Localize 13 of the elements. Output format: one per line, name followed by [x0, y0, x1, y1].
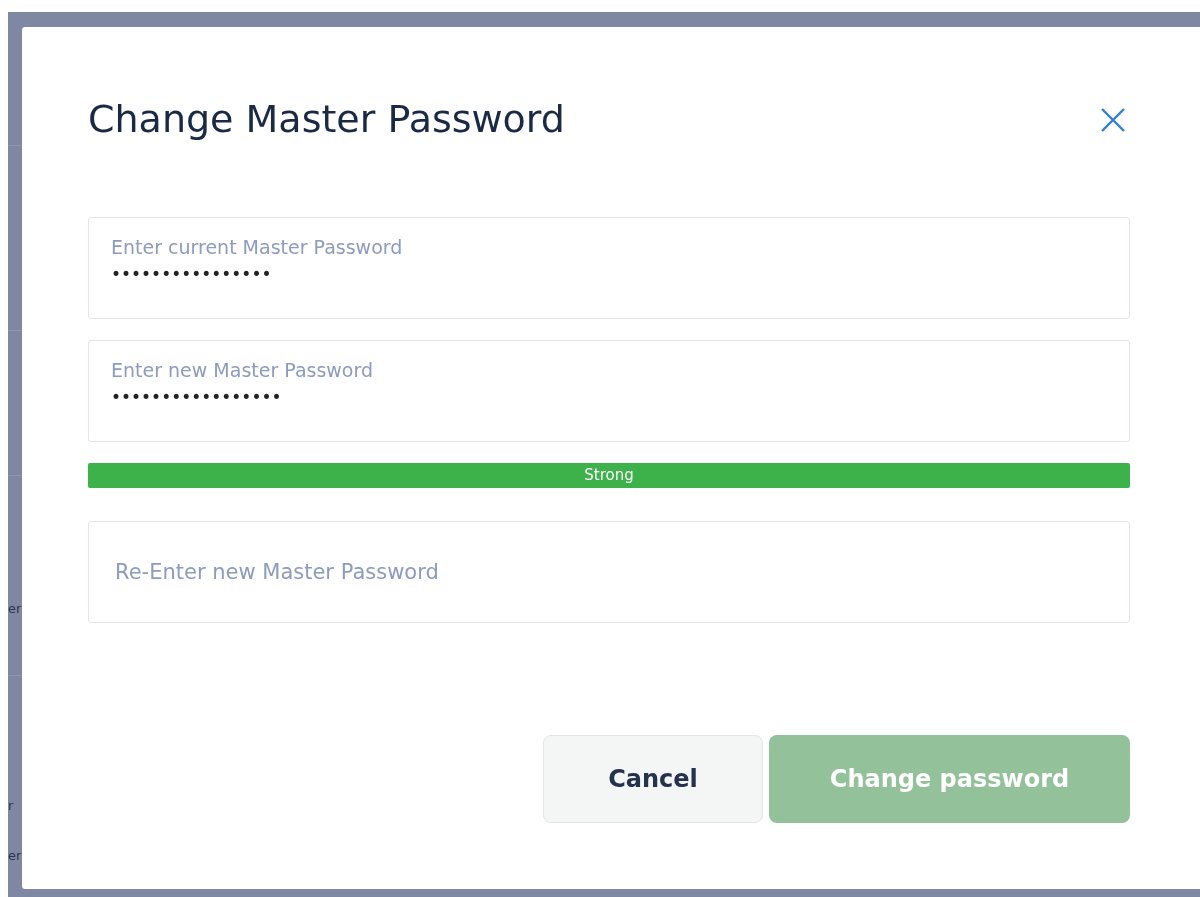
close-icon [1100, 106, 1126, 133]
password-value: •••••••••••••••• [111, 264, 272, 285]
dialog-title: Change Master Password [88, 97, 565, 143]
strength-label: Strong [584, 466, 634, 485]
password-field[interactable]: Enter current Master Password •••••••••••••••• [88, 216, 1130, 319]
cancel-button[interactable]: Cancel [543, 734, 763, 823]
password-field[interactable]: Re-Enter new Master Password [88, 520, 1130, 623]
background-text: er [8, 602, 22, 615]
password-value: ••••••••••••••••• [111, 387, 282, 408]
background-text: er [8, 849, 22, 862]
password-field[interactable]: Enter new Master Password ••••••••••••••••• [88, 339, 1130, 442]
background-text: r [8, 799, 14, 812]
close-button[interactable] [1100, 106, 1126, 133]
